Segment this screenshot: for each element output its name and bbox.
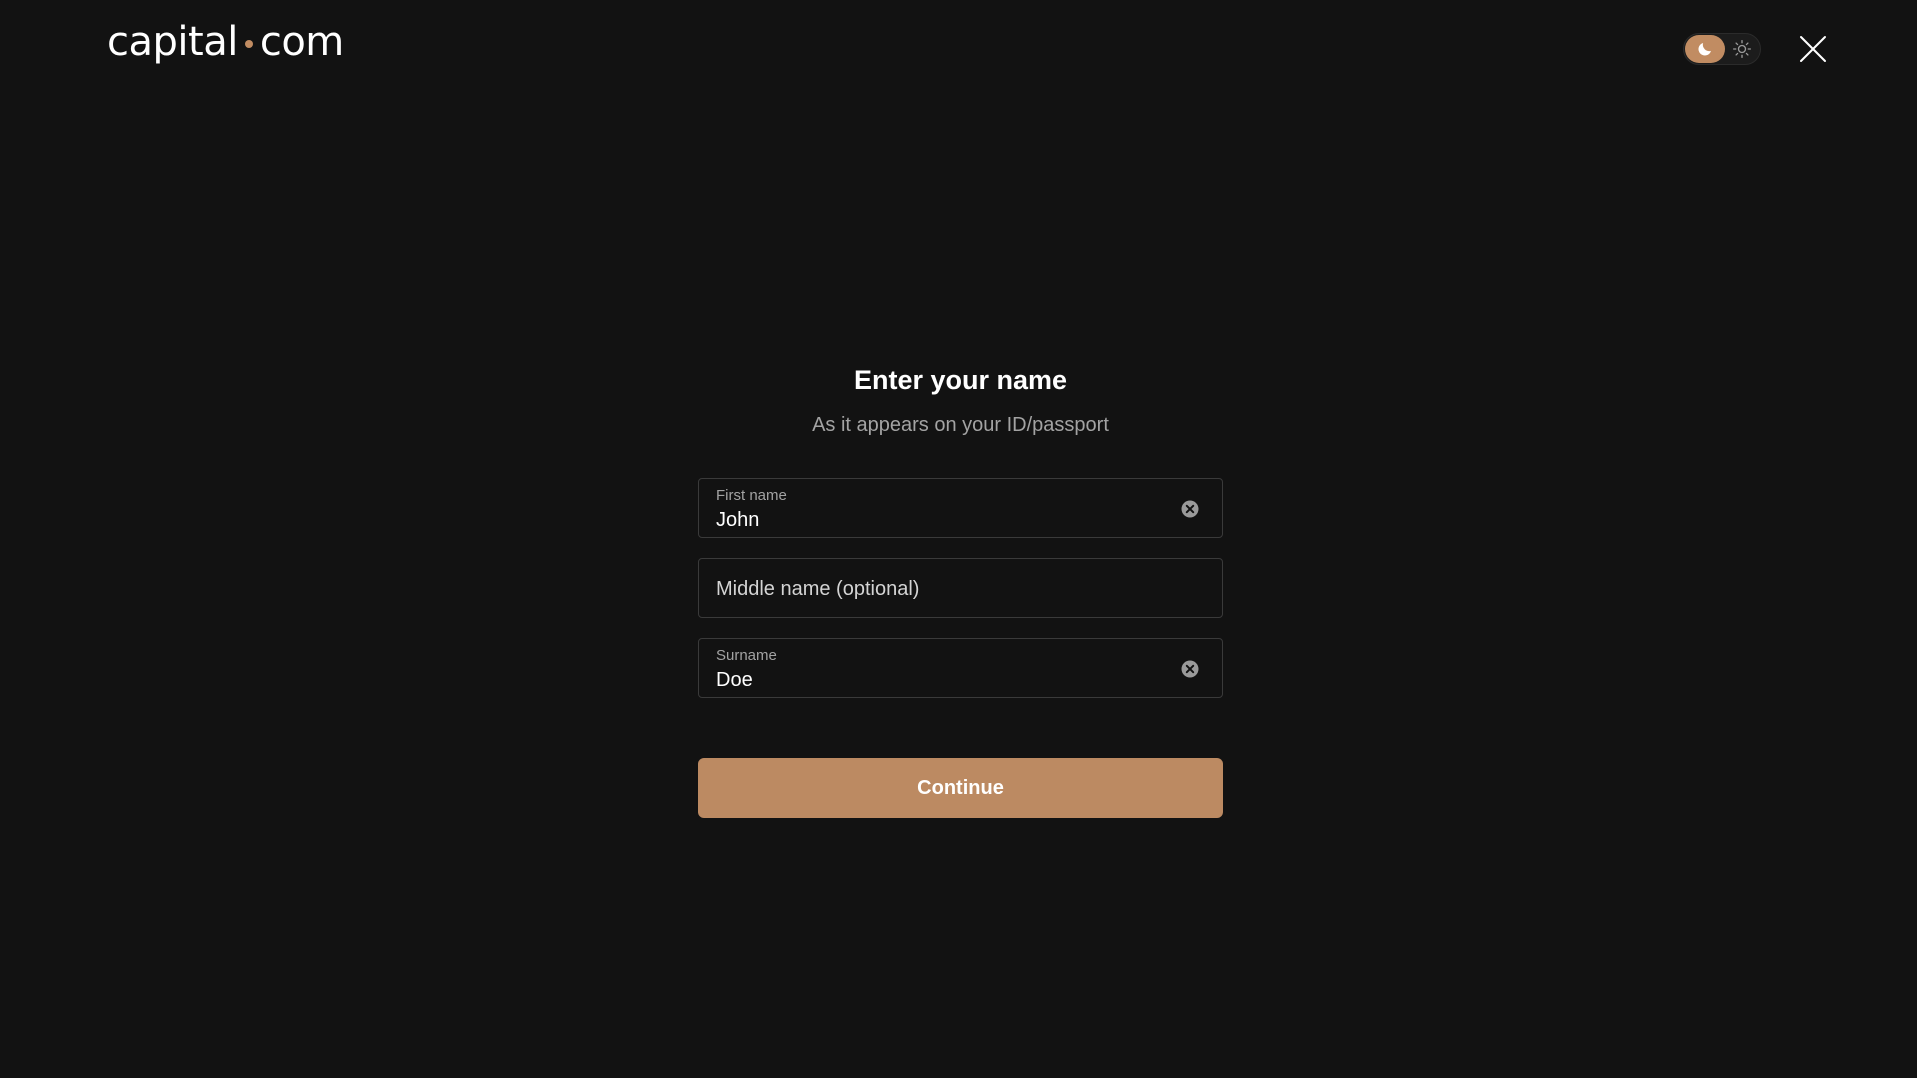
name-form: Enter your name As it appears on your ID… <box>698 360 1223 818</box>
middle-name-placeholder: Middle name (optional) <box>716 578 920 600</box>
theme-toggle[interactable] <box>1683 33 1761 65</box>
moon-icon <box>1698 43 1711 56</box>
first-name-label: First name <box>716 487 787 504</box>
toggle-light-option <box>1732 39 1752 59</box>
logo-text-left: capital <box>107 19 238 65</box>
clear-surname-icon[interactable] <box>1180 659 1200 679</box>
surname-value[interactable]: Doe <box>716 668 753 692</box>
logo[interactable]: capital com <box>107 22 344 62</box>
toggle-knob-dark <box>1685 35 1725 63</box>
surname-label: Surname <box>716 647 777 664</box>
close-button[interactable] <box>1797 33 1829 65</box>
middle-name-field[interactable]: Middle name (optional) <box>698 558 1223 618</box>
logo-dot <box>244 40 253 48</box>
form-subtitle: As it appears on your ID/passport <box>812 414 1109 436</box>
continue-button[interactable]: Continue <box>698 758 1223 818</box>
first-name-field[interactable]: First name John <box>698 478 1223 538</box>
clear-first-name-icon[interactable] <box>1180 499 1200 519</box>
page: capital com Enter your name As it appear… <box>0 0 1917 1078</box>
first-name-value[interactable]: John <box>716 508 759 532</box>
sun-icon <box>1733 40 1751 58</box>
surname-field[interactable]: Surname Doe <box>698 638 1223 698</box>
form-title: Enter your name <box>853 365 1068 395</box>
close-icon <box>1800 36 1826 62</box>
logo-text-right: com <box>259 19 344 65</box>
